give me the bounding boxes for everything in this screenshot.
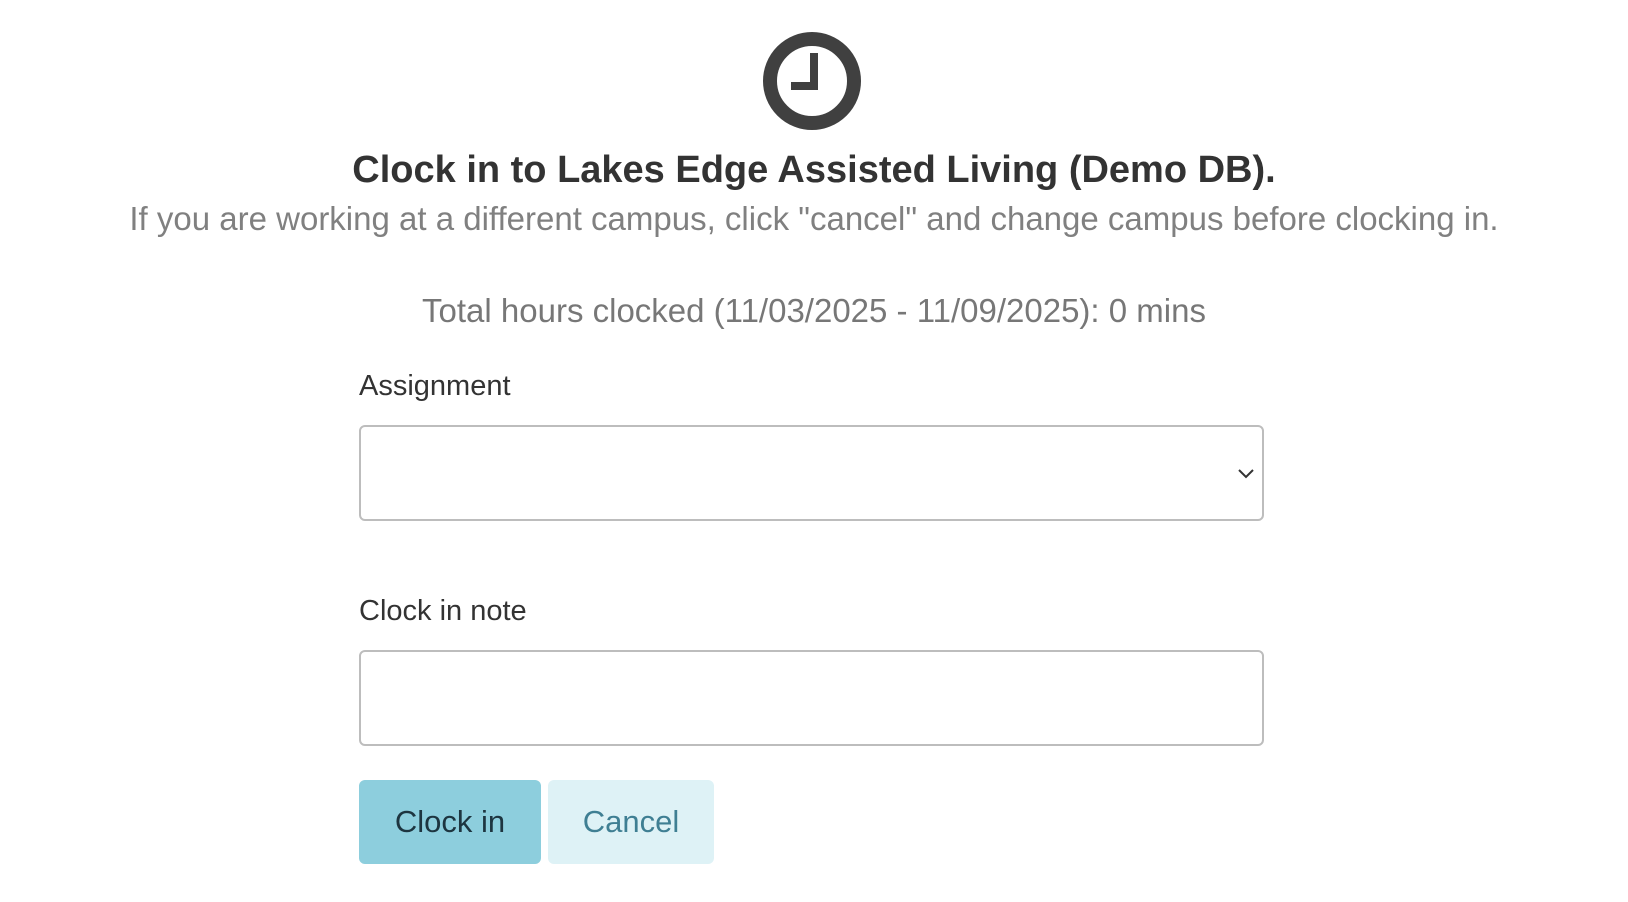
page-title: Clock in to Lakes Edge Assisted Living (…: [352, 149, 1276, 191]
cancel-button[interactable]: Cancel: [548, 780, 714, 864]
clock-in-note-input[interactable]: [359, 650, 1264, 746]
assignment-label: Assignment: [359, 370, 511, 402]
assignment-select[interactable]: [359, 425, 1264, 521]
clock-in-note-label: Clock in note: [359, 595, 527, 627]
clock-icon: [763, 32, 861, 130]
campus-instruction-text: If you are working at a different campus…: [129, 200, 1499, 237]
total-hours-text: Total hours clocked (11/03/2025 - 11/09/…: [422, 292, 1206, 329]
clock-in-dialog: Clock in to Lakes Edge Assisted Living (…: [0, 0, 1628, 902]
chevron-down-icon: [1238, 469, 1254, 479]
clock-in-button[interactable]: Clock in: [359, 780, 541, 864]
